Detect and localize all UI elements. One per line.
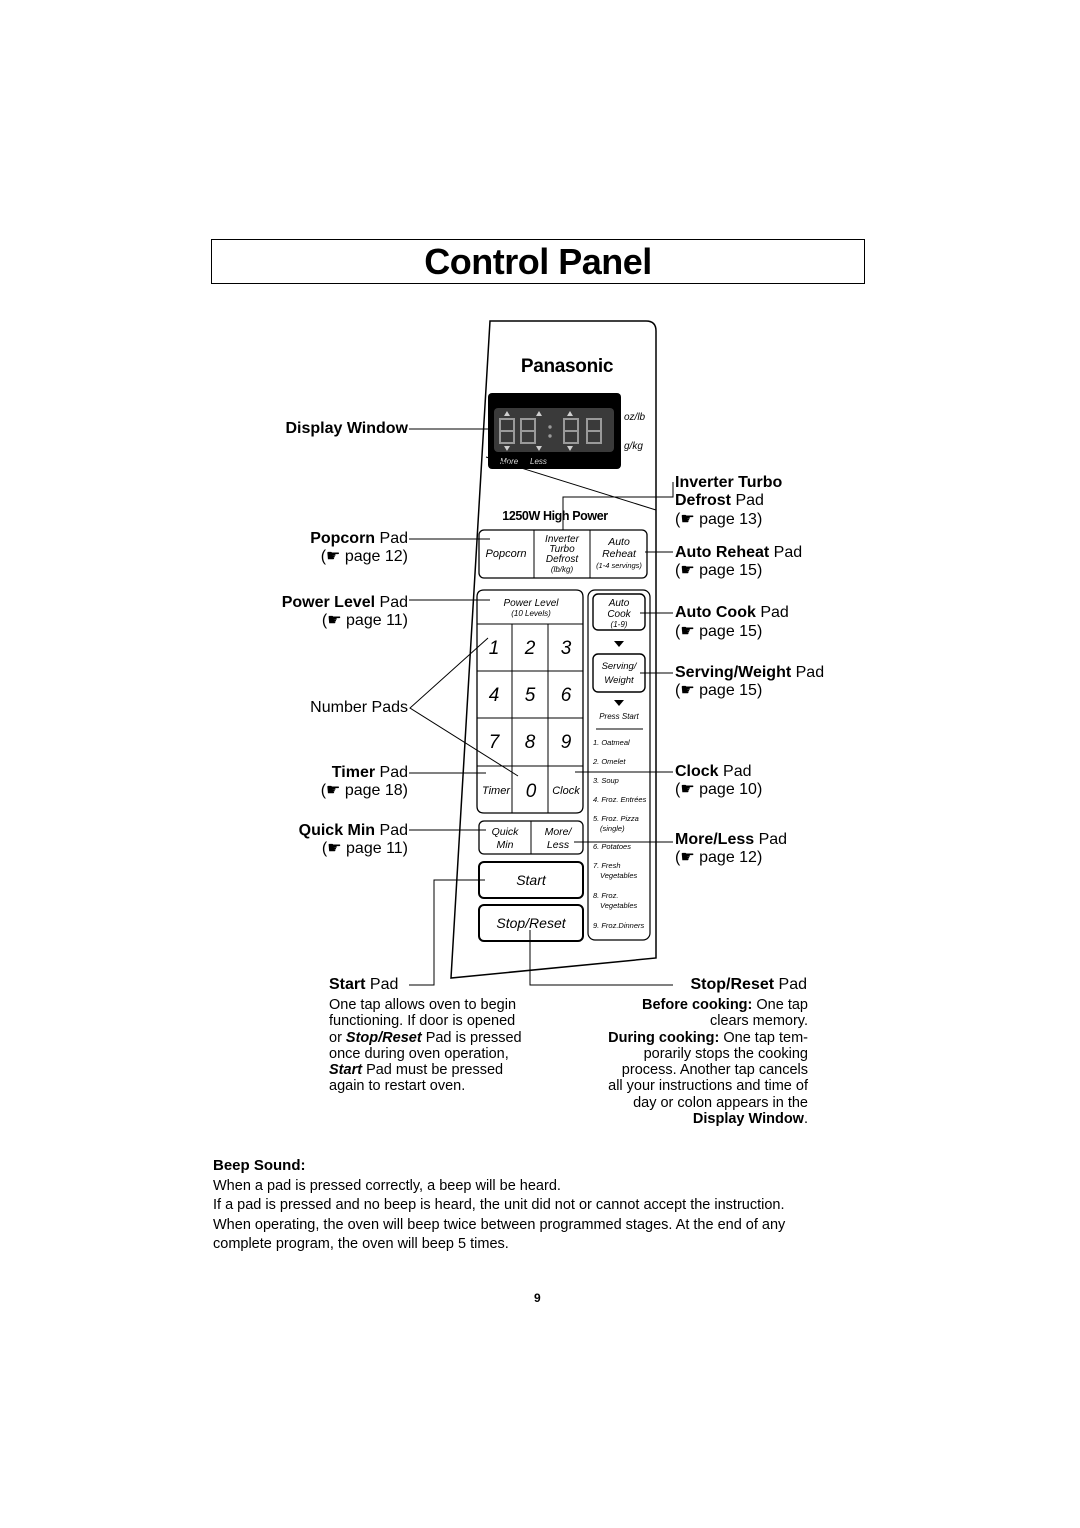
clock-pad-label: Clock [552,785,580,797]
beep-sound-section: Beep Sound: When a pad is pressed correc… [213,1156,873,1255]
unit-oz-lb: oz/lb [624,412,646,423]
callout-display-window: Display Window [285,420,408,437]
svg-text:(1-9): (1-9) [611,620,628,629]
beep-paragraph-4: complete program, the oven will beep 5 t… [213,1236,509,1252]
callout-popcorn: Popcorn Pad [310,530,408,547]
callout-stop-reset: Stop/Reset Pad [690,976,808,993]
stop-reset-description: Before cooking: One tap clears memory. D… [608,997,808,1128]
more-less-label: More/ [545,826,573,838]
callout-auto-cook-page[interactable]: (☛ page 15) [675,623,762,641]
svg-text:Auto: Auto [607,536,630,548]
svg-text:(1-4 servings): (1-4 servings) [596,561,642,570]
svg-text:(lb/kg): (lb/kg) [551,565,574,574]
auto-cook-menu-item: 5. Froz. Pizza [593,814,639,823]
callout-timer: Timer Pad [331,764,408,781]
start-pad-label: Start [516,872,547,888]
start-description: One tap allows oven to begin functioning… [329,997,522,1095]
auto-cook-menu-item: 3. Soup [593,776,619,785]
callout-auto-reheat-page[interactable]: (☛ page 15) [675,562,762,580]
unit-g-kg: g/kg [624,441,643,452]
number-pad-3-label: 3 [561,638,572,659]
beep-paragraph-2: If a pad is pressed and no beep is heard… [213,1197,785,1213]
number-pad-2-label: 2 [524,638,536,659]
svg-text:Reheat: Reheat [602,548,637,560]
callout-more-less-page[interactable]: (☛ page 12) [675,849,762,867]
callout-serving-weight-page[interactable]: (☛ page 15) [675,682,762,700]
serving-weight-pad[interactable] [592,653,646,693]
auto-cook-menu-item: 6. Potatoes [593,842,631,851]
display-less-label: Less [530,457,547,466]
auto-cook-menu-item: 7. Fresh [593,861,621,870]
callout-auto-cook: Auto Cook Pad [675,604,789,621]
svg-text:Cook: Cook [607,609,631,620]
more-less-label-2: Less [547,839,570,851]
auto-cook-menu-item: 8. Froz. [593,891,618,900]
power-level-label: Power Level [503,598,559,609]
number-pad-0-label: 0 [526,781,537,802]
callout-clock: Clock Pad [675,763,752,780]
popcorn-pad-label: Popcorn [486,548,527,560]
callout-auto-reheat: Auto Reheat Pad [675,544,803,561]
number-pad-6-label: 6 [561,685,572,706]
callout-timer-page[interactable]: (☛ page 18) [250,782,408,800]
callout-popcorn-page[interactable]: (☛ page 12) [250,548,408,566]
callout-start: Start Pad [329,976,399,993]
number-pad-5-label: 5 [525,685,536,706]
number-pad-8-label: 8 [525,732,536,753]
auto-cook-menu-item: Vegetables [600,871,638,880]
svg-text:Auto: Auto [608,598,630,609]
brand-logo: Panasonic [521,356,614,377]
number-pad-7-label: 7 [489,732,501,753]
callout-power-level-page[interactable]: (☛ page 11) [250,612,408,630]
serving-weight-label-2: Weight [604,675,634,686]
down-arrow-icon [614,700,624,706]
auto-cook-menu-item: (single) [600,824,625,833]
power-rating: 1250W High Power [502,509,608,523]
callout-inverter-2: Defrost Pad [675,492,764,509]
callout-inverter: Inverter Turbo [675,474,783,491]
power-level-sublabel: (10 Levels) [511,609,551,618]
auto-cook-menu-item: 9. Froz.Dinners [593,921,645,930]
callout-serving-weight: Serving/Weight Pad [675,664,825,681]
page-number: 9 [534,1291,541,1305]
quick-min-label-2: Min [497,839,514,851]
beep-heading: Beep Sound: [213,1157,306,1174]
down-arrow-icon [614,641,624,647]
stop-reset-pad-label: Stop/Reset [496,915,566,931]
auto-cook-menu-item: 1. Oatmeal [593,738,630,747]
svg-text:Defrost: Defrost [546,554,579,565]
number-pad-1-label: 1 [489,638,500,659]
auto-cook-menu-item: 2. Omelet [592,757,626,766]
serving-weight-label: Serving/ [602,661,638,672]
callout-power-level: Power Level Pad [281,594,408,611]
number-pad-9-label: 9 [561,732,572,753]
auto-cook-menu-item: 4. Froz. Entrées [593,795,647,804]
quick-min-label: Quick [492,826,520,838]
callout-quick-min-page[interactable]: (☛ page 11) [250,840,408,858]
number-pad-4-label: 4 [489,685,500,706]
callout-inverter-page[interactable]: (☛ page 13) [675,511,762,529]
press-start-label: Press Start [599,712,639,721]
auto-cook-menu-item: Vegetables [600,901,638,910]
timer-pad-label: Timer [482,785,511,797]
beep-paragraph-1: When a pad is pressed correctly, a beep … [213,1177,561,1194]
beep-paragraph-3: When operating, the oven will beep twice… [213,1216,786,1233]
callout-quick-min: Quick Min Pad [298,822,408,839]
callout-clock-page[interactable]: (☛ page 10) [675,781,762,799]
callout-more-less: More/Less Pad [675,831,788,848]
callout-number-pads: Number Pads [310,699,408,716]
